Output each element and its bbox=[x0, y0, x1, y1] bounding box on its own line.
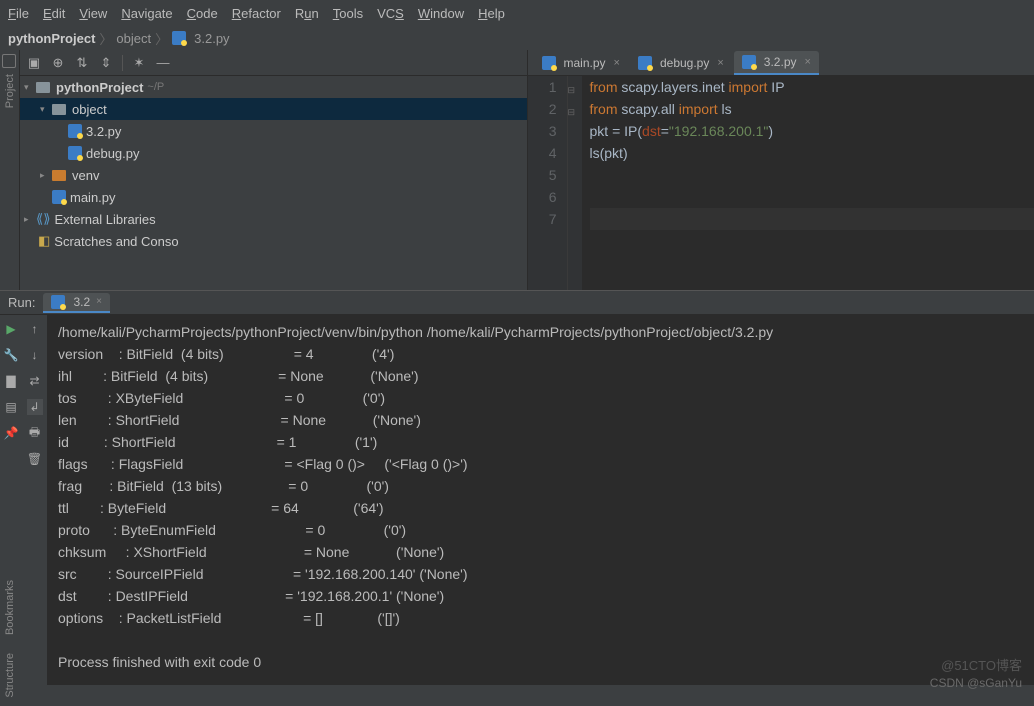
run-header: Run: 3.2 × bbox=[0, 291, 1034, 315]
project-tool-label[interactable]: Project bbox=[4, 74, 16, 108]
tree-row-root[interactable]: ▾ pythonProject ~/P bbox=[20, 76, 527, 98]
menu-file[interactable]: File bbox=[8, 6, 29, 21]
python-file-icon bbox=[542, 56, 556, 70]
filter-icon[interactable]: ⇄ bbox=[27, 373, 43, 389]
menu-navigate[interactable]: Navigate bbox=[121, 6, 172, 21]
tree-row-external[interactable]: ▸⟪⟫ External Libraries bbox=[20, 208, 527, 230]
collapse-icon[interactable]: ⇕ bbox=[98, 55, 114, 71]
editor-body[interactable]: 1234567 ⊟⊟ from scapy.layers.inet import… bbox=[528, 76, 1034, 290]
menu-window[interactable]: Window bbox=[418, 6, 464, 21]
print-icon[interactable]: 🖶 bbox=[27, 425, 43, 441]
scratches-icon: ◧ bbox=[38, 233, 50, 249]
run-panel: Run: 3.2 × ▶ 🔧 ▇ ▤ 📌 ↑ ↓ ⇄ ↲ 🖶 🗑 /home/k… bbox=[0, 290, 1034, 685]
down-icon[interactable]: ↓ bbox=[27, 347, 43, 363]
up-icon[interactable]: ↑ bbox=[27, 321, 43, 337]
menu-tools[interactable]: Tools bbox=[333, 6, 363, 21]
bookmarks-tab[interactable]: Bookmarks bbox=[4, 580, 16, 635]
menu-refactor[interactable]: Refactor bbox=[232, 6, 281, 21]
editor-tabs: main.py× debug.py× 3.2.py× bbox=[528, 50, 1034, 76]
tree-row-object[interactable]: ▾ object bbox=[20, 98, 527, 120]
close-icon[interactable]: × bbox=[717, 57, 723, 69]
breadcrumb-file[interactable]: 3.2.py bbox=[194, 31, 229, 46]
run-tab[interactable]: 3.2 × bbox=[43, 293, 110, 313]
select-opened-icon[interactable]: ▣ bbox=[26, 55, 42, 71]
hide-icon[interactable]: — bbox=[155, 55, 171, 71]
project-tool-icon[interactable] bbox=[2, 54, 16, 68]
soft-wrap-icon[interactable]: ↲ bbox=[27, 399, 43, 415]
python-file-icon bbox=[172, 31, 186, 45]
python-file-icon bbox=[742, 55, 756, 69]
locate-icon[interactable]: ⊕ bbox=[50, 55, 66, 71]
close-icon[interactable]: × bbox=[805, 56, 811, 68]
settings-icon[interactable]: ✶ bbox=[131, 55, 147, 71]
python-file-icon bbox=[68, 146, 82, 160]
tree-row-venv[interactable]: ▸ venv bbox=[20, 164, 527, 186]
breadcrumb-project[interactable]: pythonProject bbox=[8, 31, 95, 46]
tree-row-main[interactable]: main.py bbox=[20, 186, 527, 208]
tab-32[interactable]: 3.2.py× bbox=[734, 51, 819, 75]
sort-icon[interactable]: ⇅ bbox=[74, 55, 90, 71]
stop-icon[interactable]: ▇ bbox=[3, 373, 19, 389]
menu-edit[interactable]: Edit bbox=[43, 6, 65, 21]
line-gutter: 1234567 bbox=[528, 76, 568, 290]
console-output[interactable]: /home/kali/PycharmProjects/pythonProject… bbox=[48, 315, 1034, 685]
close-icon[interactable]: × bbox=[614, 57, 620, 69]
pin-icon[interactable]: 📌 bbox=[3, 425, 19, 441]
project-tree-panel: ▣ ⊕ ⇅ ⇕ ✶ — ▾ pythonProject ~/P ▾ object… bbox=[20, 50, 528, 290]
close-icon[interactable]: × bbox=[96, 296, 102, 307]
menu-help[interactable]: Help bbox=[478, 6, 505, 21]
menu-bar: File Edit View Navigate Code Refactor Ru… bbox=[0, 0, 1034, 26]
structure-tab[interactable]: Structure bbox=[4, 653, 16, 698]
wrench-icon[interactable]: 🔧 bbox=[3, 347, 19, 363]
python-file-icon bbox=[51, 295, 65, 309]
menu-view[interactable]: View bbox=[79, 6, 107, 21]
python-file-icon bbox=[52, 190, 66, 204]
menu-vcs[interactable]: VCS bbox=[377, 6, 404, 21]
menu-run[interactable]: Run bbox=[295, 6, 319, 21]
left-gutter: Project bbox=[0, 50, 20, 290]
breadcrumb-folder[interactable]: object bbox=[116, 31, 151, 46]
tab-debug[interactable]: debug.py× bbox=[630, 51, 732, 75]
trash-icon[interactable]: 🗑 bbox=[27, 451, 43, 467]
run-label: Run: bbox=[8, 295, 35, 310]
project-toolbar: ▣ ⊕ ⇅ ⇕ ✶ — bbox=[20, 50, 527, 76]
libraries-icon: ⟪⟫ bbox=[36, 211, 50, 227]
python-file-icon bbox=[68, 124, 82, 138]
tree-row-file2[interactable]: debug.py bbox=[20, 142, 527, 164]
watermark-csdn: CSDN @sGanYu bbox=[930, 676, 1022, 690]
editor-area: main.py× debug.py× 3.2.py× 1234567 ⊟⊟ fr… bbox=[528, 50, 1034, 290]
code-area[interactable]: from scapy.layers.inet import IP from sc… bbox=[582, 76, 1034, 290]
menu-code[interactable]: Code bbox=[187, 6, 218, 21]
breadcrumb: pythonProject 〉 object 〉 3.2.py bbox=[0, 26, 1034, 50]
tree-row-file1[interactable]: 3.2.py bbox=[20, 120, 527, 142]
watermark-51cto: @51CTO博客 bbox=[941, 655, 1022, 674]
left-sidebar-tabs: Bookmarks Structure bbox=[0, 580, 20, 698]
layout-icon[interactable]: ▤ bbox=[3, 399, 19, 415]
rerun-icon[interactable]: ▶ bbox=[3, 321, 19, 337]
project-tree[interactable]: ▾ pythonProject ~/P ▾ object 3.2.py debu… bbox=[20, 76, 527, 290]
fold-column[interactable]: ⊟⊟ bbox=[568, 76, 582, 290]
run-toolbar-right: ↑ ↓ ⇄ ↲ 🖶 🗑 bbox=[22, 315, 48, 685]
tree-row-scratch[interactable]: ◧ Scratches and Conso bbox=[20, 230, 527, 252]
python-file-icon bbox=[638, 56, 652, 70]
tab-main[interactable]: main.py× bbox=[534, 51, 628, 75]
